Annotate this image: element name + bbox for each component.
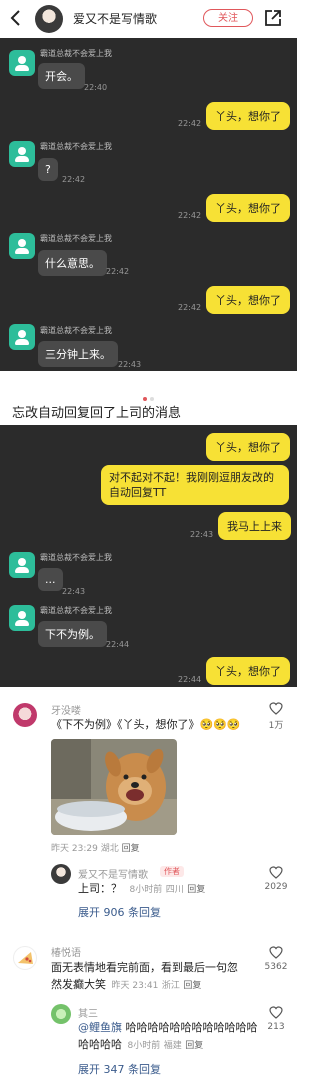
comment-line: 面无表情地看完前面，看到最后一句忽 <box>51 961 238 974</box>
share-icon[interactable] <box>263 8 283 28</box>
commenter-avatar[interactable] <box>13 703 37 727</box>
sender-name: 霸道总裁不会爱上我 <box>40 553 112 562</box>
reply-author-name[interactable]: 爱又不是写情歌 <box>78 866 148 881</box>
reply-text: 上司：？ 8小时前 四川 回复 <box>78 880 205 899</box>
dog-photo-image <box>51 739 177 835</box>
like-count: 5362 <box>264 962 288 972</box>
message-line: 对不起对不起！我刚刚逗朋友改的 <box>109 471 274 484</box>
sender-avatar <box>9 141 35 167</box>
reply-body: 哈哈哈哈 <box>78 1038 122 1051</box>
message-bubble: 丫头，想你了 <box>206 433 290 461</box>
sender-name: 霸道总裁不会爱上我 <box>40 606 112 615</box>
sender-avatar <box>9 50 35 76</box>
message-time: 22:42 <box>106 267 130 276</box>
comment-text: 《下不为例》《丫头，想你了》🥺🥺🥺 <box>51 716 241 733</box>
message-bubble: 丫头，想你了 <box>206 194 290 222</box>
message-time: 22:43 <box>62 587 86 596</box>
like-heart-icon[interactable] <box>269 946 283 959</box>
message-time: 22:40 <box>84 83 108 92</box>
emoji: 🥺🥺🥺 <box>199 718 241 731</box>
author-badge: 作者 <box>160 866 184 877</box>
carousel-dot[interactable] <box>150 397 154 401</box>
chat-screenshot-2[interactable]: 丫头，想你了 对不起对不起！我刚刚逗朋友改的 自动回复TT 我马上上来 22:4… <box>0 425 297 687</box>
reply-time: 8小时前 <box>127 1041 161 1051</box>
carousel-dot[interactable] <box>143 397 147 401</box>
sender-avatar <box>9 552 35 578</box>
message-line: 自动回复TT <box>109 486 167 499</box>
message-time: 22:42 <box>178 211 202 220</box>
message-bubble: 我马上上来 <box>218 512 291 540</box>
message-bubble: ? <box>38 158 58 181</box>
message-bubble: 丫头，想你了 <box>206 657 290 685</box>
like-heart-icon[interactable] <box>269 866 283 879</box>
author-avatar[interactable] <box>35 5 63 33</box>
reply-avatar[interactable] <box>51 864 71 884</box>
expand-replies-link[interactable]: 展开 906 条回复 <box>78 904 161 920</box>
message-time: 22:42 <box>178 119 202 128</box>
comment-location: 湖北 <box>100 844 119 854</box>
message-time: 22:44 <box>178 675 202 684</box>
reply-link[interactable]: 回复 <box>185 1041 203 1051</box>
message-bubble: 丫头，想你了 <box>206 286 290 314</box>
sender-name: 霸道总裁不会爱上我 <box>40 49 112 58</box>
message-bubble: 丫头，想你了 <box>206 102 290 130</box>
like-count: 213 <box>267 1022 285 1032</box>
comment-line: 然发癫大笑 <box>51 978 106 991</box>
sender-avatar <box>9 324 35 350</box>
expand-replies-link[interactable]: 展开 347 条回复 <box>78 1061 161 1077</box>
comment-image[interactable] <box>51 739 177 835</box>
like-heart-icon[interactable] <box>269 1006 283 1019</box>
message-time: 22:43 <box>190 530 214 539</box>
message-time: 22:43 <box>118 360 142 369</box>
back-arrow-icon[interactable] <box>8 9 24 27</box>
reply-link[interactable]: 回复 <box>183 981 201 991</box>
message-bubble: 开会。 <box>38 63 85 89</box>
like-heart-icon[interactable] <box>269 702 283 715</box>
sender-name: 霸道总裁不会爱上我 <box>40 326 112 335</box>
comment-date: 昨天 23:29 <box>51 844 98 854</box>
post-caption: 忘改自动回复回了上司的消息 <box>12 406 182 421</box>
reply-time: 8小时前 <box>129 885 163 895</box>
message-time: 22:44 <box>106 640 130 649</box>
reply-body: 哈哈哈哈哈哈哈哈哈哈哈哈 <box>125 1021 258 1034</box>
like-count: 2029 <box>264 882 288 892</box>
message-bubble: 下不为例。 <box>38 621 107 647</box>
message-time: 22:42 <box>178 303 202 312</box>
message-time: 22:42 <box>62 175 86 184</box>
commenter-avatar[interactable] <box>13 946 37 970</box>
comment-text: 面无表情地看完前面，看到最后一句忽 然发癫大笑 昨天 23:41 浙江 回复 <box>51 959 257 995</box>
reply-location: 四川 <box>165 885 184 895</box>
follow-button[interactable]: 关注 <box>203 9 253 27</box>
reply-location: 福建 <box>163 1041 182 1051</box>
reply-link[interactable]: 回复 <box>122 844 140 854</box>
commenter-name[interactable]: 牙没喽 <box>51 702 81 717</box>
comment-location: 浙江 <box>161 981 180 991</box>
message-bubble: 三分钟上来。 <box>38 341 118 367</box>
sender-name: 霸道总裁不会爱上我 <box>40 142 112 151</box>
reply-avatar[interactable] <box>51 1004 71 1024</box>
message-bubble: 对不起对不起！我刚刚逗朋友改的 自动回复TT <box>101 465 289 505</box>
chat-screenshot-1[interactable]: 霸道总裁不会爱上我 开会。 22:40 丫头，想你了 22:42 霸道总裁不会爱… <box>0 38 297 371</box>
reply-author-name[interactable]: 其三 <box>78 1005 98 1020</box>
reply-text: @鲤鱼旗 哈哈哈哈哈哈哈哈哈哈哈哈 哈哈哈哈 8小时前 福建 回复 <box>78 1019 258 1055</box>
sender-avatar <box>9 605 35 631</box>
comment-body: 《下不为例》《丫头，想你了》 <box>51 718 200 731</box>
message-bubble: ... <box>38 568 63 591</box>
sender-avatar <box>9 233 35 259</box>
reply-body: 上司：？ <box>78 882 122 895</box>
message-bubble: 什么意思。 <box>38 250 107 276</box>
mention-link[interactable]: @鲤鱼旗 <box>78 1021 122 1034</box>
sender-name: 霸道总裁不会爱上我 <box>40 234 112 243</box>
pizza-icon <box>18 952 33 964</box>
commenter-name[interactable]: 椿悦语 <box>51 944 81 959</box>
reply-link[interactable]: 回复 <box>187 885 205 895</box>
top-bar: 爱又不是写情歌 关注 <box>0 0 297 36</box>
author-name[interactable]: 爱又不是写情歌 <box>73 10 157 27</box>
like-count: 1万 <box>268 721 284 731</box>
comment-meta: 昨天 23:29 湖北 回复 <box>51 841 140 854</box>
comment-date: 昨天 23:41 <box>111 981 159 991</box>
